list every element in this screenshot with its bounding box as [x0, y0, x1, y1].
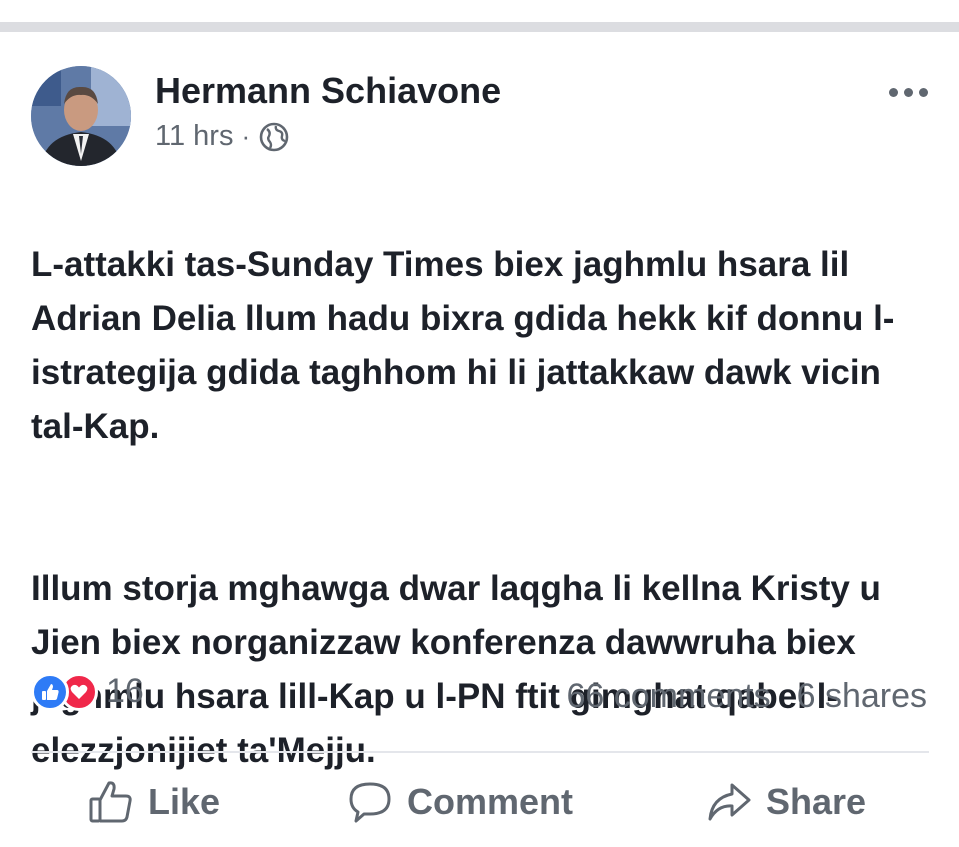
comment-icon — [347, 779, 393, 825]
meta-separator: · — [241, 121, 251, 151]
like-reaction-icon — [31, 672, 69, 711]
more-dot — [888, 87, 898, 97]
globe-icon — [258, 121, 290, 153]
post-paragraph-2: Illum storja mghawga dwar laqgha li kell… — [31, 569, 881, 770]
share-button[interactable]: Share — [706, 772, 866, 832]
like-button[interactable]: Like — [88, 772, 220, 832]
share-label: Share — [766, 781, 867, 822]
reaction-icons — [31, 672, 98, 711]
post-paragraph-1: L-attakki tas-Sunday Times biex jaghmlu … — [31, 245, 895, 446]
like-label: Like — [148, 781, 221, 822]
reaction-count: 16 — [106, 672, 144, 710]
comment-label: Comment — [407, 781, 574, 822]
more-dot — [903, 87, 913, 97]
action-bar: Like Comment Share — [0, 772, 959, 832]
actions-divider — [31, 751, 929, 753]
shares-count[interactable]: 6 shares — [797, 677, 927, 716]
top-strip — [0, 0, 959, 22]
feed-divider — [0, 22, 959, 32]
author-name[interactable]: Hermann Schiavone — [155, 70, 501, 112]
post-time[interactable]: 11 hrs — [155, 120, 233, 153]
share-arrow-icon — [706, 779, 752, 825]
post-stats: 66 comments 6 shares — [567, 677, 928, 716]
post-text: L-attakki tas-Sunday Times biex jaghmlu … — [31, 184, 931, 832]
more-dot — [918, 87, 928, 97]
avatar[interactable] — [31, 66, 131, 166]
thumbs-up-icon — [88, 779, 134, 825]
reaction-summary[interactable]: 16 — [31, 672, 144, 711]
comment-button[interactable]: Comment — [347, 772, 573, 832]
post-card: Hermann Schiavone 11 hrs · L-attakki tas… — [0, 32, 959, 847]
post-meta: 11 hrs · — [155, 120, 290, 153]
comments-count[interactable]: 66 comments — [567, 677, 771, 716]
more-options-button[interactable] — [884, 82, 932, 102]
